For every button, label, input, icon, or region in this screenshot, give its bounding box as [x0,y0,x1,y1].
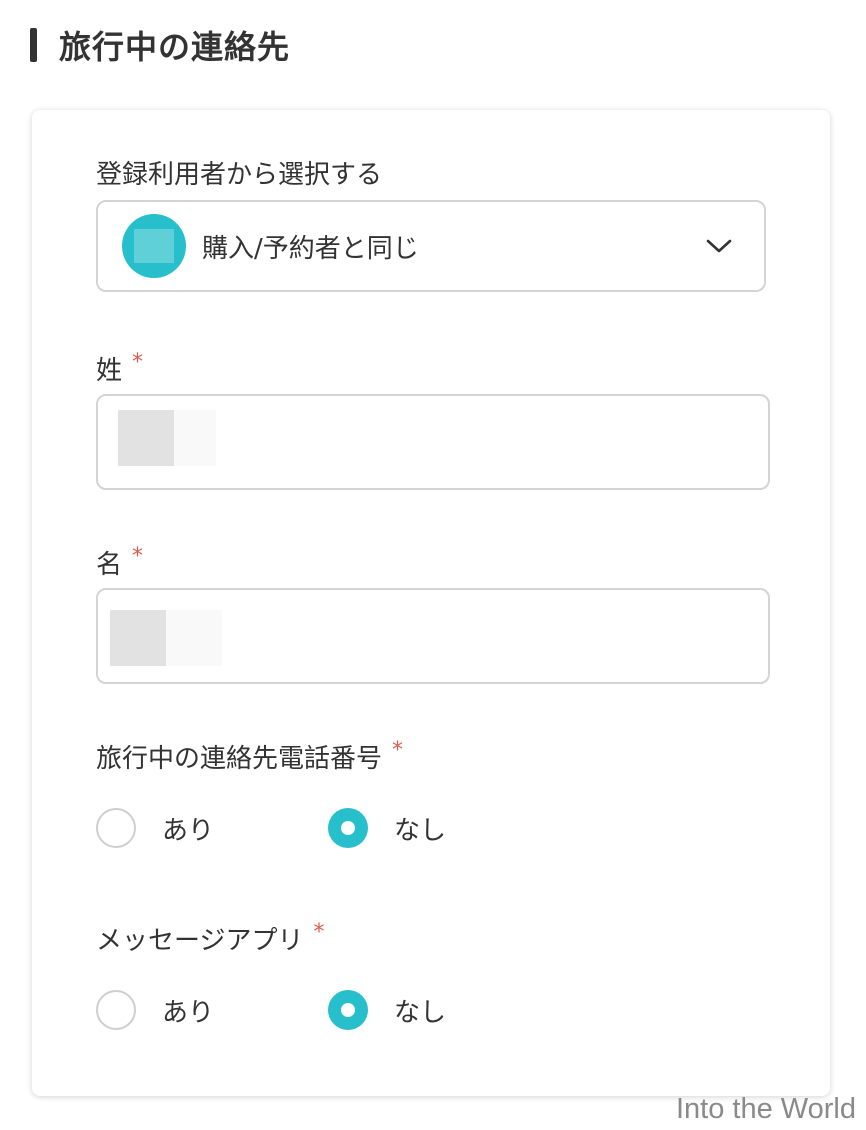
redacted-value [110,610,222,666]
required-mark: * [392,738,404,763]
radio-unchecked[interactable] [96,808,136,848]
radio-dot [341,1003,355,1017]
first-name-input[interactable] [96,588,770,684]
avatar [122,214,186,278]
chevron-down-icon [704,231,734,261]
radio-dot [341,821,355,835]
watermark: Into the World [675,1093,856,1125]
phone-label-text: 旅行中の連絡先電話番号 [96,744,383,774]
registered-user-label-text: 登録利用者から選択する [96,160,383,190]
radio-checked[interactable] [328,808,368,848]
phone-radio-group: あり なし [96,806,696,850]
phone-option-yes-label: あり [162,815,215,846]
last-name-label: 姓 * [96,350,143,387]
required-mark: * [132,544,144,569]
first-name-label-text: 名 [96,550,123,580]
phone-option-yes[interactable]: あり [96,806,214,850]
last-name-label-text: 姓 [96,356,123,386]
registered-user-select[interactable]: 購入/予約者と同じ [96,200,766,292]
required-mark: * [132,350,144,375]
phone-label: 旅行中の連絡先電話番号 * [96,738,403,775]
message-app-label-text: メッセージアプリ [96,926,304,956]
first-name-label: 名 * [96,544,143,581]
phone-option-no[interactable]: なし [328,806,446,850]
message-app-option-no[interactable]: なし [328,988,446,1032]
section-accent-bar [30,28,37,62]
registered-user-selected-value: 購入/予約者と同じ [202,233,419,264]
contact-form-card: 登録利用者から選択する 購入/予約者と同じ 姓 * 名 * 旅行中の連絡先電話番号 * [32,110,830,1096]
last-name-input[interactable] [96,394,770,490]
message-app-option-yes-label: あり [162,997,215,1028]
redacted-value [118,410,216,466]
required-mark: * [313,920,325,945]
phone-option-no-label: なし [394,815,447,846]
message-app-option-yes[interactable]: あり [96,988,214,1032]
section-header: 旅行中の連絡先 [30,20,290,70]
section-title: 旅行中の連絡先 [59,28,291,66]
avatar-image-placeholder [134,229,174,263]
message-app-radio-group: あり なし [96,988,696,1032]
radio-unchecked[interactable] [96,990,136,1030]
registered-user-label: 登録利用者から選択する [96,154,382,191]
message-app-option-no-label: なし [394,997,447,1028]
radio-checked[interactable] [328,990,368,1030]
message-app-label: メッセージアプリ * [96,920,324,957]
